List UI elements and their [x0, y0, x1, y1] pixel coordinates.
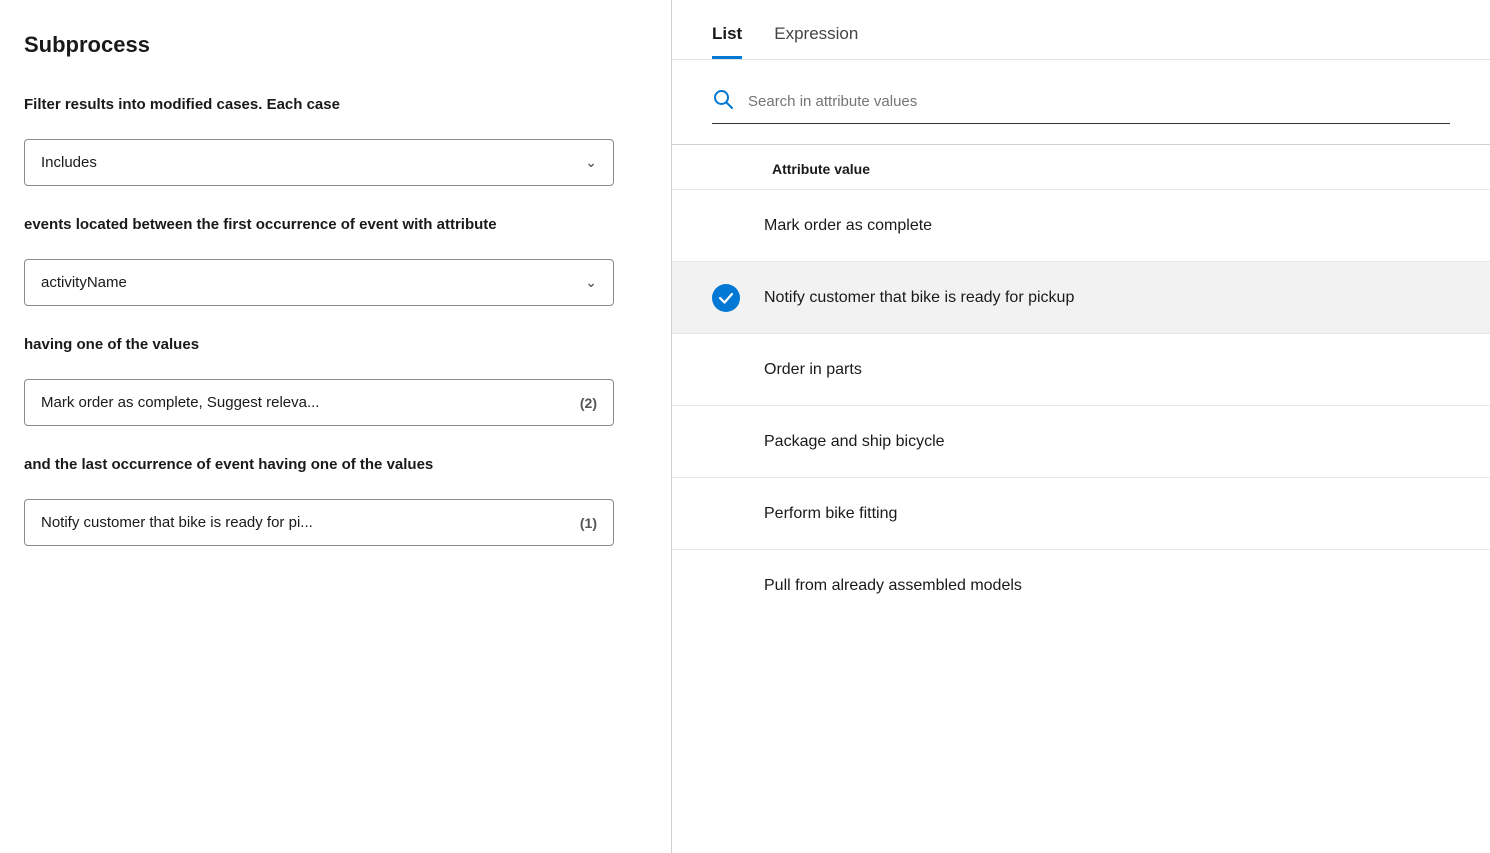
right-panel: List Expression Attribute value Mark ord… [672, 0, 1490, 853]
list-header: Attribute value [672, 145, 1490, 189]
events-label: events located between the first occurre… [24, 214, 647, 235]
attribute-value-header: Attribute value [772, 161, 870, 177]
check-circle-icon [712, 284, 740, 312]
search-area [672, 60, 1490, 145]
list-item[interactable]: Order in parts [672, 333, 1490, 405]
list-item[interactable]: Perform bike fitting [672, 477, 1490, 549]
last-badge: (1) [580, 515, 597, 531]
having-value-field[interactable]: Mark order as complete, Suggest releva..… [24, 379, 614, 426]
check-placeholder [712, 500, 740, 528]
last-occurrence-label: and the last occurrence of event having … [24, 454, 647, 475]
list-item-text: Mark order as complete [764, 217, 932, 235]
last-value-text: Notify customer that bike is ready for p… [41, 514, 313, 531]
search-icon [712, 88, 734, 115]
activity-name-text: activityName [41, 274, 127, 291]
includes-dropdown[interactable]: Includes ⌄ [24, 139, 614, 186]
list-item-text: Package and ship bicycle [764, 433, 945, 451]
list-item-text: Order in parts [764, 361, 862, 379]
check-placeholder [712, 212, 740, 240]
panel-title: Subprocess [24, 32, 647, 58]
list-items: Mark order as complete Notify customer t… [672, 189, 1490, 853]
tab-bar: List Expression [672, 0, 1490, 60]
includes-dropdown-text: Includes [41, 154, 97, 171]
check-placeholder [712, 572, 740, 600]
chevron-down-icon: ⌄ [585, 154, 597, 171]
tab-list[interactable]: List [712, 24, 742, 59]
list-item-text: Pull from already assembled models [764, 577, 1022, 595]
list-item[interactable]: Notify customer that bike is ready for p… [672, 261, 1490, 333]
check-placeholder [712, 356, 740, 384]
tab-expression[interactable]: Expression [774, 24, 858, 59]
last-value-field[interactable]: Notify customer that bike is ready for p… [24, 499, 614, 546]
having-label: having one of the values [24, 334, 647, 355]
chevron-down-icon-2: ⌄ [585, 274, 597, 291]
list-item[interactable]: Mark order as complete [672, 189, 1490, 261]
check-placeholder [712, 428, 740, 456]
having-value-text: Mark order as complete, Suggest releva..… [41, 394, 319, 411]
list-item[interactable]: Pull from already assembled models [672, 549, 1490, 621]
search-row [712, 88, 1450, 124]
left-panel: Subprocess Filter results into modified … [0, 0, 672, 853]
activity-name-dropdown[interactable]: activityName ⌄ [24, 259, 614, 306]
list-item[interactable]: Package and ship bicycle [672, 405, 1490, 477]
filter-label: Filter results into modified cases. Each… [24, 94, 647, 115]
list-item-text: Notify customer that bike is ready for p… [764, 289, 1074, 307]
having-badge: (2) [580, 395, 597, 411]
list-item-text: Perform bike fitting [764, 505, 897, 523]
search-input[interactable] [748, 93, 1450, 110]
